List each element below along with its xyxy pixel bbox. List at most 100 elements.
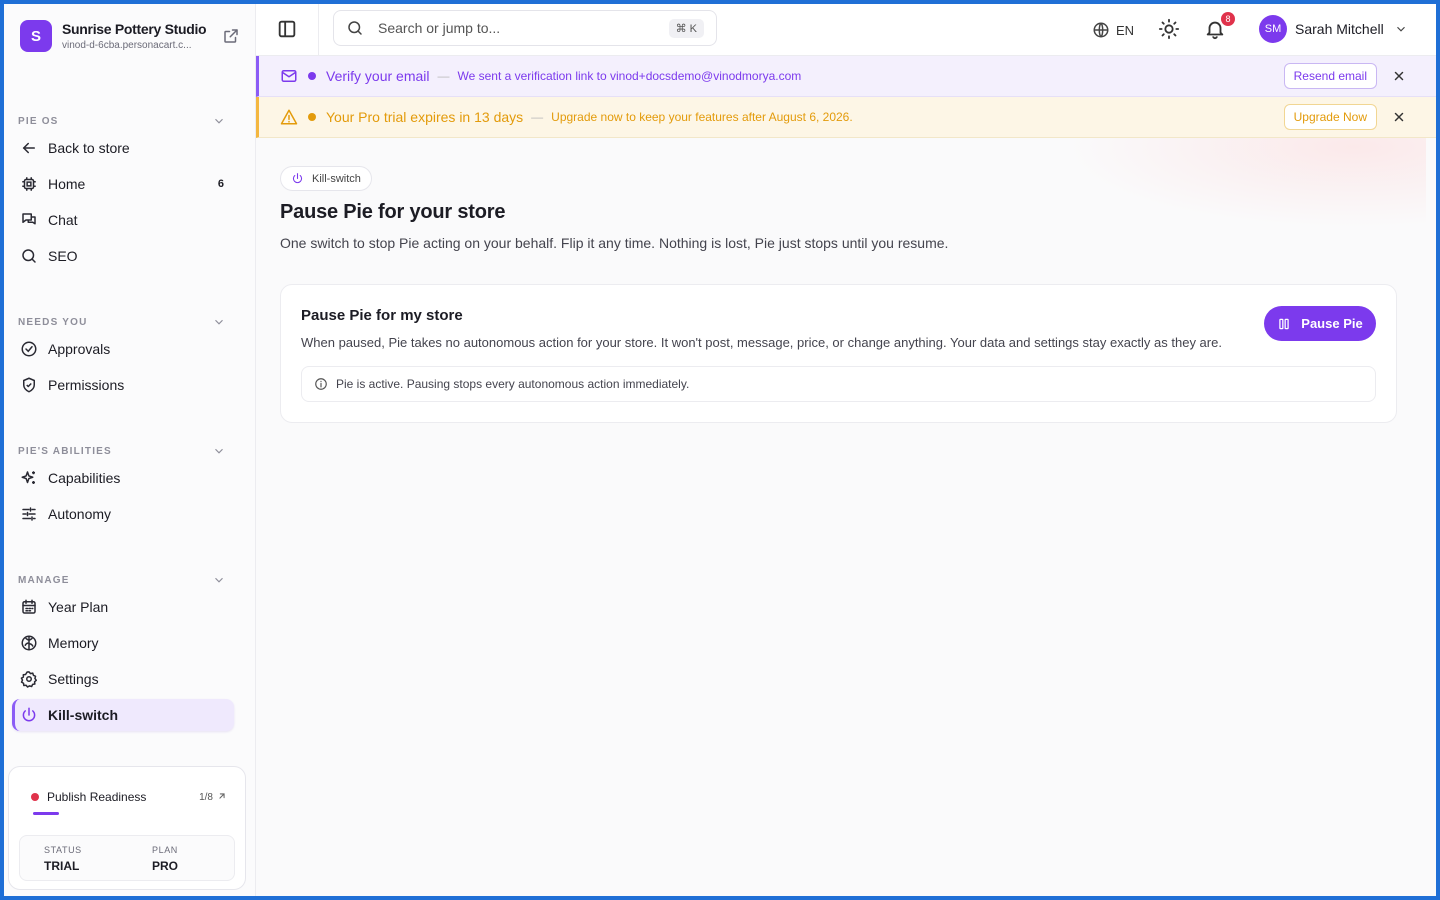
section-title: PIE OS bbox=[18, 116, 59, 127]
readiness-label: Publish Readiness bbox=[47, 790, 147, 804]
section-manage[interactable]: MANAGE bbox=[18, 575, 226, 589]
sliders-icon bbox=[22, 507, 36, 521]
app-window: S Sunrise Pottery Studio vinod-d-6cba.pe… bbox=[4, 4, 1436, 896]
sidebar-item-chat[interactable]: Chat bbox=[12, 204, 234, 236]
shield-check-icon bbox=[23, 377, 35, 393]
status-info-box: Pie is active. Pausing stops every auton… bbox=[301, 366, 1376, 402]
sidebar-item-label: Approvals bbox=[48, 341, 111, 357]
sidebar-item-autonomy[interactable]: Autonomy bbox=[12, 498, 234, 530]
search-input[interactable] bbox=[378, 20, 658, 36]
external-link-icon[interactable] bbox=[222, 27, 240, 45]
store-logo: S bbox=[20, 20, 52, 52]
power-icon bbox=[292, 173, 303, 184]
section-title: NEEDS YOU bbox=[18, 317, 88, 328]
banner-title: Verify your email bbox=[326, 68, 430, 84]
verify-email-banner: Verify your email — We sent a verificati… bbox=[256, 56, 1436, 97]
power-icon bbox=[22, 707, 36, 722]
warning-icon bbox=[280, 109, 298, 125]
sidebar-item-year-plan[interactable]: Year Plan bbox=[12, 591, 234, 623]
language-switcher[interactable]: EN bbox=[1092, 20, 1134, 40]
sidebar-item-kill-switch[interactable]: Kill-switch bbox=[12, 699, 234, 731]
sidebar-item-label: Memory bbox=[48, 635, 99, 651]
store-url: vinod-d-6cba.personacart.c... bbox=[62, 40, 192, 51]
chip-icon bbox=[22, 177, 36, 191]
topbar-divider bbox=[318, 4, 319, 56]
user-name: Sarah Mitchell bbox=[1295, 21, 1384, 37]
sidebar-item-label: Permissions bbox=[48, 377, 125, 393]
sidebar-item-label: Home bbox=[48, 176, 86, 192]
store-name: Sunrise Pottery Studio bbox=[62, 21, 207, 37]
search-shortcut-hint: ⌘ K bbox=[668, 19, 704, 38]
sidebar-item-label: Back to store bbox=[48, 140, 130, 156]
banner-message: Upgrade now to keep your features after … bbox=[551, 110, 853, 124]
home-count-badge: 6 bbox=[217, 178, 224, 190]
main-content: Kill-switch Pause Pie for your store One… bbox=[256, 138, 1436, 896]
globe-icon bbox=[1093, 22, 1109, 38]
upgrade-now-button[interactable]: Upgrade Now bbox=[1283, 104, 1377, 130]
sidebar-item-label: Settings bbox=[48, 671, 99, 687]
check-circle-icon bbox=[21, 341, 37, 357]
chevron-down-icon bbox=[215, 577, 223, 583]
section-pie-os[interactable]: PIE OS bbox=[18, 116, 226, 130]
banner-dot bbox=[308, 72, 316, 80]
section-title: PIE'S ABILITIES bbox=[18, 446, 112, 457]
trial-expiry-banner: Your Pro trial expires in 13 days — Upgr… bbox=[256, 97, 1436, 138]
sidebar-toggle-icon[interactable] bbox=[276, 18, 298, 40]
banner-title: Your Pro trial expires in 13 days bbox=[326, 109, 524, 125]
banner-message: We sent a verification link to vinod+doc… bbox=[457, 69, 802, 83]
pause-card: Pause Pie for my store When paused, Pie … bbox=[280, 284, 1397, 423]
avatar: SM bbox=[1259, 15, 1287, 43]
page-subtitle: One switch to stop Pie acting on your be… bbox=[280, 235, 949, 251]
readiness-status-dot bbox=[31, 793, 39, 801]
banner-separator: — bbox=[437, 69, 450, 83]
status-info-text: Pie is active. Pausing stops every auton… bbox=[336, 377, 690, 391]
store-switcher[interactable]: S Sunrise Pottery Studio vinod-d-6cba.pe… bbox=[20, 19, 240, 53]
search-box[interactable]: ⌘ K bbox=[333, 10, 717, 46]
sidebar-item-capabilities[interactable]: Capabilities bbox=[12, 462, 234, 494]
resend-email-button[interactable]: Resend email bbox=[1283, 63, 1377, 89]
sidebar-item-permissions[interactable]: Permissions bbox=[12, 369, 234, 401]
chat-icon bbox=[22, 213, 36, 225]
decorative-glow bbox=[1066, 138, 1426, 228]
sidebar-item-label: Kill-switch bbox=[48, 707, 119, 723]
sidebar-item-label: Autonomy bbox=[48, 506, 112, 522]
arrow-up-right-icon[interactable] bbox=[217, 791, 227, 801]
status-label: STATUS bbox=[44, 845, 82, 855]
status-stat: STATUS TRIAL bbox=[44, 845, 82, 873]
sidebar-item-label: Capabilities bbox=[48, 470, 121, 486]
sidebar-item-label: Chat bbox=[48, 212, 78, 228]
language-code: EN bbox=[1116, 22, 1135, 38]
topbar: ⌘ K EN 8 SM Sarah Mitchell bbox=[256, 4, 1436, 56]
info-icon bbox=[315, 378, 327, 390]
close-icon[interactable] bbox=[1392, 110, 1406, 124]
calendar-icon bbox=[22, 599, 36, 614]
close-icon[interactable] bbox=[1392, 69, 1406, 83]
sidebar-item-home[interactable]: Home 6 bbox=[12, 168, 234, 200]
section-pies-abilities[interactable]: PIE'S ABILITIES bbox=[18, 446, 226, 460]
sidebar-item-back-to-store[interactable]: Back to store bbox=[12, 132, 234, 164]
user-menu[interactable]: SM Sarah Mitchell bbox=[1259, 14, 1408, 44]
pause-pie-button[interactable]: Pause Pie bbox=[1264, 306, 1376, 341]
sidebar-item-memory[interactable]: Memory bbox=[12, 627, 234, 659]
sidebar-item-seo[interactable]: SEO bbox=[12, 240, 234, 272]
card-description: When paused, Pie takes no autonomous act… bbox=[301, 335, 1222, 350]
chevron-down-icon bbox=[215, 319, 223, 325]
sidebar-item-approvals[interactable]: Approvals bbox=[12, 333, 234, 365]
sidebar-item-settings[interactable]: Settings bbox=[12, 663, 234, 695]
sun-icon[interactable] bbox=[1158, 18, 1180, 40]
page-title: Pause Pie for your store bbox=[280, 201, 506, 223]
publish-readiness-card[interactable]: Publish Readiness 1/8 STATUS TRIAL PLAN … bbox=[8, 766, 246, 890]
chevron-down-icon bbox=[215, 118, 223, 124]
pause-icon bbox=[1279, 318, 1290, 329]
pause-pie-label: Pause Pie bbox=[1301, 316, 1363, 331]
sidebar: S Sunrise Pottery Studio vinod-d-6cba.pe… bbox=[4, 4, 256, 896]
readiness-fraction: 1/8 bbox=[199, 791, 213, 803]
chevron-down-icon bbox=[215, 448, 223, 454]
section-needs-you[interactable]: NEEDS YOU bbox=[18, 317, 226, 331]
banner-dot bbox=[308, 113, 316, 121]
arrow-left-icon bbox=[22, 142, 35, 154]
search-icon bbox=[348, 21, 362, 35]
search-icon bbox=[22, 249, 36, 263]
notification-count-badge: 8 bbox=[1221, 12, 1235, 26]
plan-stat: PLAN PRO bbox=[152, 845, 178, 873]
